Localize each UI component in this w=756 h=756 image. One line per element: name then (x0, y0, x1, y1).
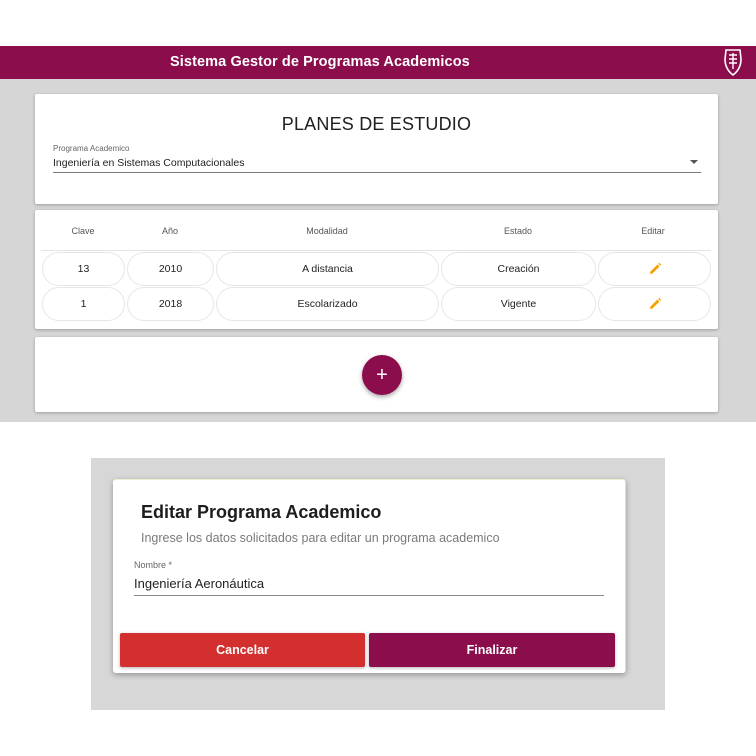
edit-button[interactable] (598, 287, 711, 321)
cell-anio: 2018 (127, 287, 214, 321)
name-field-underline (134, 595, 604, 596)
program-select[interactable]: Ingeniería en Sistemas Computacionales (53, 157, 244, 169)
add-plan-card: + (35, 337, 718, 412)
cell-clave: 1 (42, 287, 125, 321)
name-field[interactable]: Ingeniería Aeronáutica (134, 576, 264, 591)
cell-clave: 13 (42, 252, 125, 286)
app-title: Sistema Gestor de Programas Academicos (170, 54, 470, 70)
column-header-estado: Estado (503, 226, 533, 236)
column-header-modalidad: Modalidad (306, 226, 348, 236)
cell-estado: Vigente (441, 287, 596, 321)
page-title: PLANES DE ESTUDIO (281, 114, 472, 134)
study-plans-table: Clave Año Modalidad Estado Editar 13 201… (35, 210, 718, 329)
cell-modalidad: Escolarizado (216, 287, 439, 321)
select-underline (53, 172, 701, 173)
dialog-subtitle: Ingrese los datos solicitados para edita… (141, 531, 500, 545)
program-selector-card: PLANES DE ESTUDIO Programa Academico Ing… (35, 94, 718, 204)
edit-program-dialog: Editar Programa Academico Ingrese los da… (113, 479, 626, 673)
dialog-title: Editar Programa Academico (141, 502, 382, 522)
finish-button[interactable]: Finalizar (369, 633, 615, 667)
app-bar: Sistema Gestor de Programas Academicos (0, 46, 756, 79)
name-field-label: Nombre * (134, 560, 173, 570)
header-divider (41, 250, 711, 251)
edit-button[interactable] (598, 252, 711, 286)
cancel-button[interactable]: Cancelar (120, 633, 365, 667)
column-header-editar: Editar (641, 226, 665, 236)
column-header-clave: Clave (71, 226, 95, 236)
cell-modalidad: A distancia (216, 252, 439, 286)
cell-estado: Creación (441, 252, 596, 286)
institution-logo-icon (722, 47, 744, 77)
add-plan-button[interactable]: + (362, 355, 402, 395)
program-select-label: Programa Academico (53, 144, 130, 153)
pencil-icon (649, 297, 661, 309)
column-header-anio: Año (161, 226, 178, 236)
plus-icon: + (376, 364, 388, 386)
chevron-down-icon[interactable] (690, 160, 698, 164)
pencil-icon (649, 262, 661, 274)
cell-anio: 2010 (127, 252, 214, 286)
